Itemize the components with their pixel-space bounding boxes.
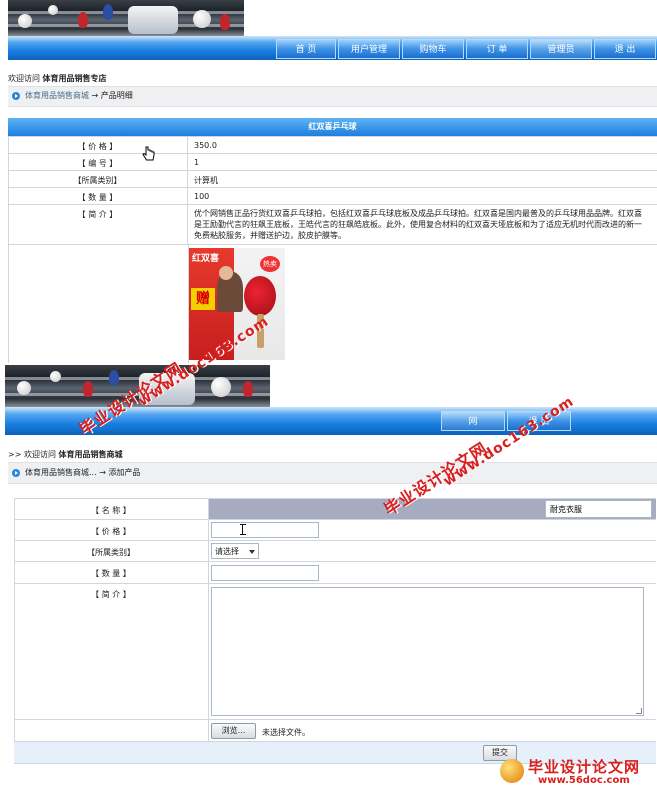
form-row-file (14, 720, 656, 742)
chevron-down-icon (249, 550, 255, 554)
browse-button[interactable]: 浏览... (211, 723, 256, 739)
product-title: 红双喜乒乓球 (308, 122, 357, 131)
detail-row-quantity: 【 数 量 】 100 (8, 188, 657, 205)
category-select[interactable]: 请选择 (211, 543, 259, 559)
nav-home[interactable]: 首 页 (276, 39, 336, 59)
price-input[interactable] (211, 522, 319, 538)
intro-line: 优个网销售正品行货红双喜乒乓球拍，包括红双喜乒乓球底板及成品乒乓球拍。红双喜是国… (194, 209, 642, 218)
name-input[interactable] (545, 500, 652, 518)
breadcrumb-home-link-2[interactable]: 体育用品销售商城... (25, 468, 97, 477)
detail-row-intro: 【 简 介 】 优个网销售正品行货红双喜乒乓球拍，包括红双喜乒乓球底板及成品乒乓… (8, 205, 657, 245)
arrow-bullet-icon (12, 469, 20, 477)
breadcrumb-2: 体育用品销售商城... → 添加产品 (8, 462, 657, 484)
banner-image (8, 0, 244, 36)
site-name: 体育用品销售专店 (42, 74, 107, 83)
form-row-category: 【所属类别】 (14, 541, 656, 562)
nav-cart[interactable]: 购物车 (402, 39, 464, 59)
breadcrumb-home-link[interactable]: 体育用品销售商城 (25, 91, 89, 100)
corner-logo: 毕业设计论文网 www.56doc.com (498, 755, 656, 787)
breadcrumb: 体育用品销售商城 → 产品明细 (8, 86, 657, 107)
logo-ball-icon (500, 759, 524, 783)
breadcrumb-current: 产品明细 (100, 91, 133, 100)
intro-line: 是王励勤代言的狂飙王底板，王皓代言的狂飙皓底板。此外，使用复合材料的红双喜天垭底… (194, 220, 642, 229)
detail-row-category: 【所属类别】 计算机 (8, 171, 657, 188)
site-name-2: 体育用品销售商城 (58, 450, 123, 459)
resize-grip-icon (636, 708, 642, 714)
cursor-hand-icon (142, 146, 155, 161)
detail-row-id: 【 编 号 】 1 (8, 154, 657, 171)
arrow-bullet-icon (12, 92, 20, 100)
form-row-quantity: 【 数 量 】 (14, 562, 656, 584)
welcome-text-2: >> 欢迎访问 体育用品销售商城 (8, 450, 123, 459)
breadcrumb-current-2: 添加产品 (108, 468, 141, 477)
intro-line: 免费粘胶服务，并赠送护边，胶皮护膜等。 (194, 231, 346, 240)
file-status: 未选择文件。 (262, 728, 310, 737)
form-row-price: 【 价 格 】 (14, 520, 656, 541)
nav-admin[interactable]: 管理员 (530, 39, 592, 59)
nav-admin-2[interactable]: 网 (441, 411, 505, 431)
top-nav-bar: 首 页 用户管理 购物车 订 单 管理员 退 出 (8, 36, 657, 60)
nav-orders[interactable]: 订 单 (466, 39, 528, 59)
nav-logout[interactable]: 退 出 (594, 39, 656, 59)
text-cursor-icon (240, 524, 248, 535)
detail-row-price: 【 价 格 】 350.0 (8, 137, 657, 154)
intro-textarea[interactable] (211, 587, 644, 716)
product-title-header: 红双喜乒乓球 (8, 118, 657, 136)
nav-user-management[interactable]: 用户管理 (338, 39, 400, 59)
detail-image-row-left-border (8, 137, 9, 363)
quantity-input[interactable] (211, 565, 319, 581)
welcome-text: 欢迎访问 体育用品销售专店 (8, 74, 107, 83)
